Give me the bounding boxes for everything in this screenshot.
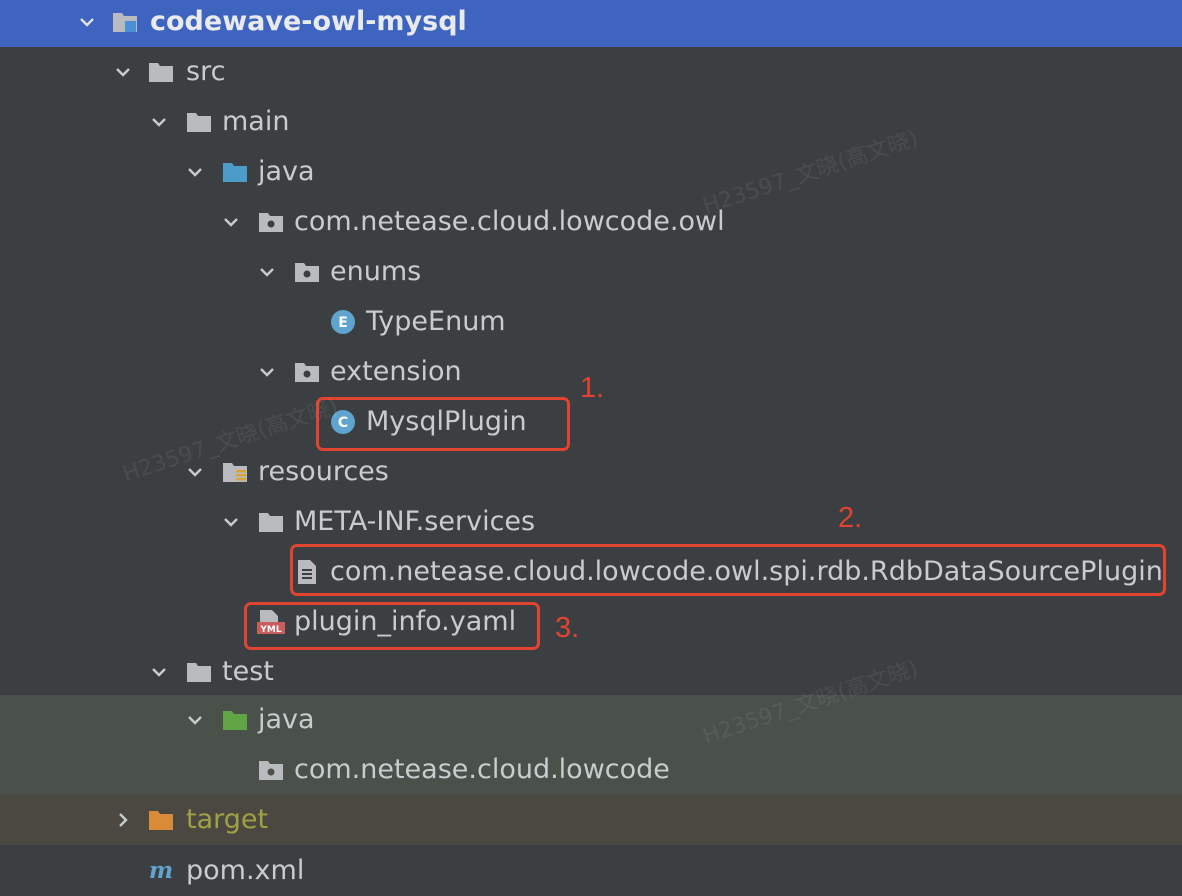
excluded-folder-icon <box>146 795 176 845</box>
tree-item-label: extension <box>330 356 462 387</box>
tree-row-java-test[interactable]: java <box>0 695 1182 745</box>
tree-item-label: com.netease.cloud.lowcode <box>294 754 670 785</box>
tree-row-src[interactable]: src <box>0 47 1182 97</box>
chevron-down-icon[interactable] <box>182 147 208 197</box>
folder-icon <box>184 97 214 147</box>
enum-class-icon: E <box>328 297 358 347</box>
tree-item-label: TypeEnum <box>366 306 506 337</box>
annotation-number-3: 3. <box>555 612 580 644</box>
tree-row-typeenum[interactable]: E TypeEnum <box>0 297 1182 347</box>
module-folder-icon <box>110 0 140 47</box>
annotation-number-1: 1. <box>580 372 605 404</box>
tree-item-label: test <box>222 656 274 687</box>
chevron-down-icon[interactable] <box>254 347 280 397</box>
tree-item-label: codewave-owl-mysql <box>150 6 467 37</box>
tree-row-test[interactable]: test <box>0 647 1182 697</box>
folder-icon <box>146 47 176 97</box>
highlight-box-1 <box>316 397 570 451</box>
chevron-down-icon[interactable] <box>74 0 100 47</box>
tree-item-label: META-INF.services <box>294 506 536 537</box>
chevron-down-icon[interactable] <box>110 47 136 97</box>
tree-row-package-owl[interactable]: com.netease.cloud.lowcode.owl <box>0 197 1182 247</box>
chevron-down-icon[interactable] <box>218 497 244 547</box>
tree-row-pom-xml[interactable]: m pom.xml <box>0 846 1182 896</box>
maven-file-icon: m <box>146 846 176 896</box>
folder-icon <box>184 647 214 697</box>
svg-text:E: E <box>338 315 348 331</box>
chevron-down-icon[interactable] <box>254 247 280 297</box>
tree-item-label: java <box>258 704 315 735</box>
tree-row-java-main[interactable]: java <box>0 147 1182 197</box>
project-tree: codewave-owl-mysql src main java com.net… <box>0 0 1182 896</box>
tree-item-label: target <box>186 804 269 835</box>
svg-text:m: m <box>149 857 173 884</box>
tree-item-label: src <box>186 56 226 87</box>
tree-row-plugin-info-yaml[interactable]: YML plugin_info.yaml <box>0 597 1182 647</box>
package-icon <box>292 247 322 297</box>
chevron-down-icon[interactable] <box>146 97 172 147</box>
highlight-box-2 <box>290 544 1166 596</box>
annotation-number-2: 2. <box>838 502 863 534</box>
source-root-folder-icon <box>220 147 250 197</box>
folder-icon <box>256 497 286 547</box>
tree-row-meta-inf-services[interactable]: META-INF.services <box>0 497 1182 547</box>
highlight-box-3 <box>244 602 540 650</box>
tree-row-codewave-owl-mysql[interactable]: codewave-owl-mysql <box>0 0 1182 47</box>
tree-row-main[interactable]: main <box>0 97 1182 147</box>
chevron-down-icon[interactable] <box>218 197 244 247</box>
tree-item-label: enums <box>330 256 422 287</box>
package-icon <box>292 347 322 397</box>
chevron-down-icon[interactable] <box>182 695 208 745</box>
package-icon <box>256 197 286 247</box>
test-source-folder-icon <box>220 695 250 745</box>
chevron-right-icon[interactable] <box>110 795 136 845</box>
tree-row-target[interactable]: target <box>0 795 1182 845</box>
tree-item-label: com.netease.cloud.lowcode.owl <box>294 206 725 237</box>
package-icon <box>256 745 286 795</box>
tree-item-label: java <box>258 156 315 187</box>
tree-item-label: main <box>222 106 290 137</box>
chevron-down-icon[interactable] <box>146 647 172 697</box>
tree-row-enums[interactable]: enums <box>0 247 1182 297</box>
tree-row-package-lowcode[interactable]: com.netease.cloud.lowcode <box>0 745 1182 795</box>
tree-item-label: resources <box>258 456 389 487</box>
tree-item-label: pom.xml <box>186 855 305 886</box>
